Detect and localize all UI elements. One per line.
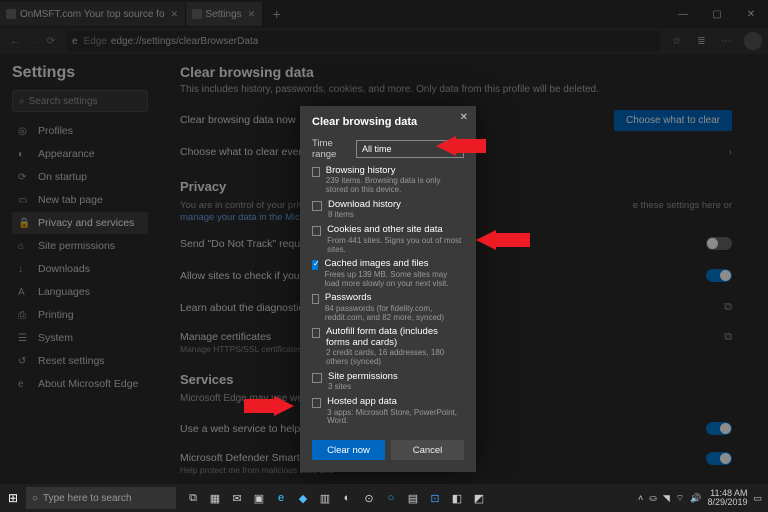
option-title: Cookies and other site data	[327, 225, 464, 235]
volume-icon[interactable]: 🔊	[690, 493, 701, 504]
taskbar-app-icon[interactable]: ◩	[468, 492, 490, 505]
dialog-title: Clear browsing data	[312, 116, 464, 128]
taskbar-app-icon[interactable]: ▥	[314, 492, 336, 505]
clock[interactable]: 11:48 AM 8/29/2019	[707, 489, 747, 507]
tray-icon[interactable]: ⛀	[649, 493, 657, 504]
taskbar-app-icon[interactable]: ◐	[336, 492, 358, 504]
search-icon: ○	[32, 493, 38, 504]
option-title: Passwords	[325, 293, 464, 303]
clear-browsing-data-dialog: ✕ Clear browsing data Time range All tim…	[300, 106, 476, 472]
windows-taskbar: ⊞ ○ Type here to search ⧉ ▦ ✉ ▣ e ◆ ▥ ◐ …	[0, 484, 768, 512]
checkbox[interactable]	[312, 260, 318, 270]
clear-option-4[interactable]: Passwords 84 passwords (for fidelity.com,…	[312, 293, 464, 322]
option-title: Browsing history	[326, 166, 464, 176]
option-title: Download history	[328, 200, 401, 210]
clear-option-0[interactable]: Browsing history239 items. Browsing data…	[312, 166, 464, 195]
option-title: Hosted app data	[327, 397, 464, 407]
taskbar-search[interactable]: ○ Type here to search	[26, 487, 176, 509]
taskbar-app-icon[interactable]: ▦	[204, 492, 226, 505]
dialog-close-button[interactable]: ✕	[460, 112, 468, 123]
option-title: Autofill form data (includes forms and c…	[326, 327, 464, 348]
checkbox[interactable]	[312, 201, 322, 211]
taskbar-search-placeholder: Type here to search	[43, 493, 131, 504]
option-desc: Frees up 139 MB. Some sites may load mor…	[324, 271, 464, 289]
option-desc: 2 credit cards, 16 addresses, 180 others…	[326, 349, 464, 367]
time-range-label: Time range	[312, 138, 356, 160]
taskbar-app-icon[interactable]: ⊡	[424, 492, 446, 505]
wifi-icon[interactable]: ⌔	[676, 493, 684, 504]
checkbox[interactable]	[312, 226, 321, 236]
option-desc: From 441 sites. Signs you out of most si…	[327, 237, 464, 255]
clear-now-button[interactable]: Clear now	[312, 440, 385, 460]
tray-chevron-icon[interactable]: ˄	[638, 493, 643, 503]
dialog-buttons: Clear now Cancel	[312, 440, 464, 460]
clear-option-3[interactable]: Cached images and files Frees up 139 MB. …	[312, 259, 464, 288]
cancel-button[interactable]: Cancel	[391, 440, 464, 460]
option-desc: 3 sites	[328, 383, 398, 392]
option-desc: 8 items	[328, 211, 401, 220]
checkbox[interactable]	[312, 373, 322, 383]
notifications-icon[interactable]: ▭	[753, 493, 762, 504]
clear-option-5[interactable]: Autofill form data (includes forms and c…	[312, 327, 464, 366]
taskbar-app-icon[interactable]: ○	[380, 492, 402, 504]
taskbar-app-icon[interactable]: e	[270, 492, 292, 504]
taskbar-app-icon[interactable]: ✉	[226, 492, 248, 505]
taskbar-app-icon[interactable]: ▤	[402, 492, 424, 505]
option-desc: 3 apps: Microsoft Store, PowerPoint, Wor…	[327, 409, 464, 427]
checkbox[interactable]	[312, 398, 321, 408]
checkbox[interactable]	[312, 294, 319, 304]
clear-option-1[interactable]: Download history8 items	[312, 200, 464, 220]
system-tray: ˄ ⛀ ◥ ⌔ 🔊 11:48 AM 8/29/2019 ▭	[638, 489, 768, 507]
option-title: Site permissions	[328, 372, 398, 382]
taskbar-app-icon[interactable]: ◧	[446, 492, 468, 505]
taskbar-app-icon[interactable]: ⊙	[358, 492, 380, 505]
clock-date: 8/29/2019	[707, 498, 747, 507]
tray-icon[interactable]: ◥	[663, 493, 670, 504]
task-view-icon[interactable]: ⧉	[182, 492, 204, 505]
taskbar-app-icon[interactable]: ◆	[292, 492, 314, 505]
option-desc: 239 items. Browsing data is only stored …	[326, 177, 464, 195]
clear-option-2[interactable]: Cookies and other site data From 441 site…	[312, 225, 464, 254]
checkbox[interactable]	[312, 167, 320, 177]
checkbox[interactable]	[312, 328, 320, 338]
start-button[interactable]: ⊞	[0, 491, 26, 505]
option-title: Cached images and files	[324, 259, 464, 269]
clear-option-7[interactable]: Hosted app data 3 apps: Microsoft Store, …	[312, 397, 464, 426]
time-range-value: All time	[362, 144, 392, 154]
taskbar-app-icon[interactable]: ▣	[248, 492, 270, 505]
clear-option-6[interactable]: Site permissions3 sites	[312, 372, 464, 392]
option-desc: 84 passwords (for fidelity.com, reddit.c…	[325, 305, 464, 323]
